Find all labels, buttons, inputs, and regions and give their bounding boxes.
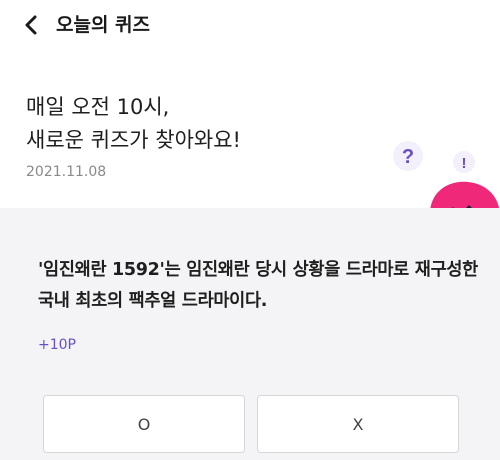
question-mark-glyph: ? [402, 146, 414, 168]
intro-headline-line-2: 새로운 퀴즈가 찾아와요! [26, 128, 241, 152]
intro-headline-line-1: 매일 오전 10시, [26, 95, 170, 119]
quiz-question: '임진왜란 1592'는 임진왜란 당시 상황을 드라마로 재구성한 국내 최초… [38, 260, 478, 311]
app-header: 오늘의 퀴즈 [0, 0, 500, 50]
intro-section: 매일 오전 10시, 새로운 퀴즈가 찾아와요! 2021.11.08 ? ! [0, 50, 500, 258]
chevron-left-icon [25, 15, 37, 35]
exclamation-mark-glyph: ! [462, 155, 467, 172]
back-button[interactable] [16, 11, 46, 39]
reward-points: +10P [38, 337, 76, 353]
answer-x-button[interactable]: X [257, 395, 459, 453]
page-title: 오늘의 퀴즈 [56, 14, 151, 36]
quiz-screen: 오늘의 퀴즈 매일 오전 10시, 새로운 퀴즈가 찾아와요! 2021.11.… [0, 0, 500, 460]
quiz-card: '임진왜란 1592'는 임진왜란 당시 상황을 드라마로 재구성한 국내 최초… [0, 208, 500, 460]
quiz-date: 2021.11.08 [26, 164, 107, 180]
answer-o-button[interactable]: O [43, 395, 245, 453]
